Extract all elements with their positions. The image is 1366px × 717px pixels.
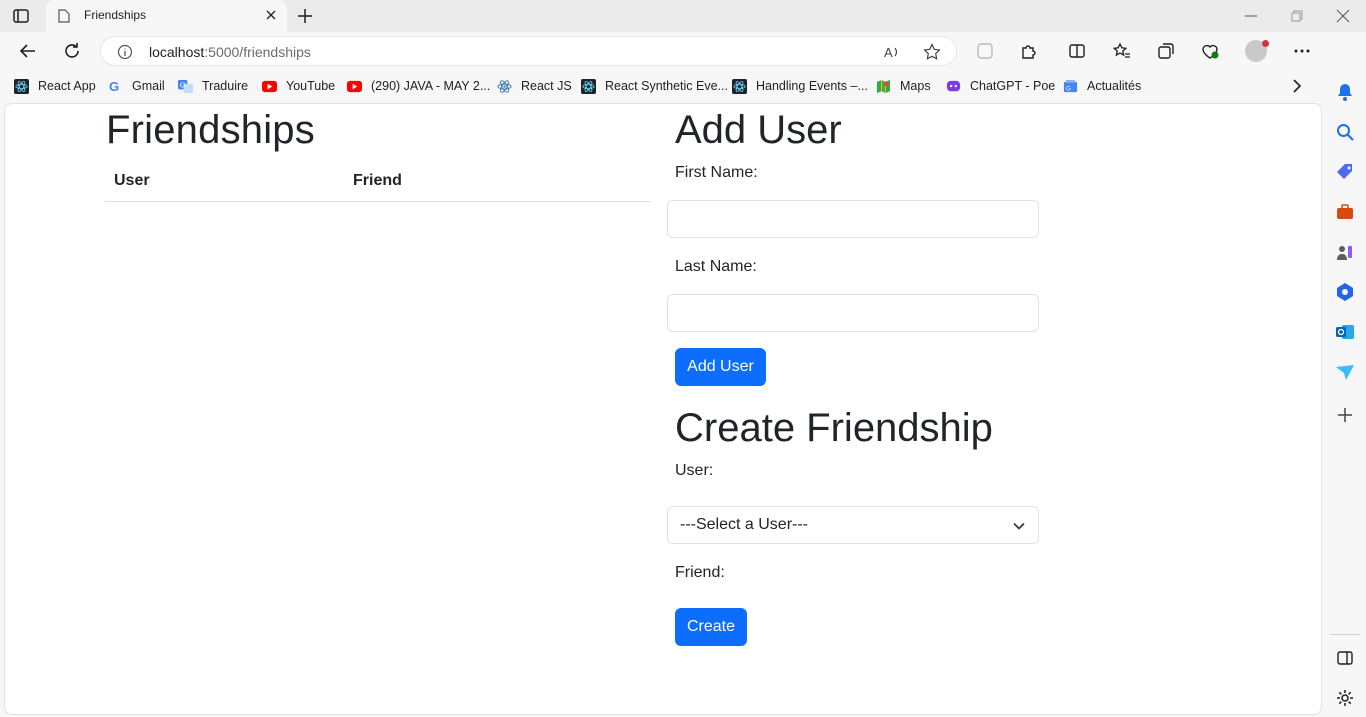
games-icon[interactable] (1335, 242, 1355, 262)
url-text: localhost:5000/friendships (149, 44, 311, 60)
friendships-heading: Friendships (106, 108, 315, 152)
microsoft-365-icon[interactable] (1335, 282, 1355, 302)
create-friendship-button[interactable]: Create (675, 608, 747, 646)
settings-gear-icon[interactable] (1335, 688, 1355, 708)
bookmark-actualites[interactable]: G Actualités (1063, 78, 1141, 94)
google-icon: G (109, 79, 119, 94)
extension-disabled-icon[interactable] (975, 41, 995, 61)
performance-icon[interactable] (1200, 41, 1220, 61)
svg-text:A: A (884, 45, 893, 60)
window-close-icon[interactable] (1335, 8, 1351, 24)
last-name-field[interactable] (667, 294, 1039, 332)
bookmark-label: Gmail (132, 79, 165, 93)
youtube-icon (347, 80, 362, 92)
create-friendship-heading: Create Friendship (675, 406, 993, 450)
hide-sidebar-icon[interactable] (1335, 648, 1355, 668)
react-icon (732, 78, 747, 94)
notifications-bell-icon[interactable] (1335, 82, 1355, 102)
friend-label: Friend: (675, 564, 725, 581)
youtube-icon (262, 80, 277, 92)
bookmark-label: Actualités (1087, 79, 1142, 93)
bookmark-label: React JS (521, 79, 572, 93)
bookmark-label: Maps (900, 79, 931, 93)
read-aloud-icon[interactable]: A (883, 43, 901, 61)
friendships-table: User Friend (105, 162, 651, 202)
chevron-right-icon[interactable] (1290, 78, 1304, 94)
sidebar-divider (1330, 634, 1360, 635)
bookmark-label: ChatGPT - Poe (970, 79, 1056, 93)
title-bar: Friendships (0, 0, 1366, 32)
extensions-icon[interactable] (1019, 41, 1039, 61)
maps-icon (876, 79, 891, 93)
bookmark-chatgpt-poe[interactable]: ChatGPT - Poe (946, 78, 1055, 94)
favorite-star-icon[interactable] (923, 43, 941, 61)
react-icon (14, 78, 29, 94)
refresh-icon[interactable] (62, 41, 82, 61)
bookmark-react-synthetic-events[interactable]: React Synthetic Eve... (581, 78, 728, 94)
bookmark-label: Handling Events –... (756, 79, 868, 93)
minimize-icon[interactable] (1243, 8, 1259, 24)
outlook-icon[interactable] (1335, 322, 1355, 342)
shopping-tag-icon[interactable] (1335, 162, 1355, 182)
user-select[interactable]: ---Select a User--- (667, 506, 1039, 544)
profile-notification-dot (1262, 40, 1269, 47)
first-name-label: First Name: (675, 164, 758, 181)
favorites-icon[interactable] (1112, 41, 1132, 61)
page-viewport: Friendships User Friend Add User First N… (4, 103, 1322, 715)
user-select-value: ---Select a User--- (680, 516, 809, 533)
column-header-friend: Friend (353, 172, 402, 189)
news-icon: G (1063, 79, 1078, 92)
tools-briefcase-icon[interactable] (1335, 202, 1355, 222)
chevron-down-icon (1013, 522, 1025, 530)
user-label: User: (675, 462, 714, 479)
tab-title: Friendships (84, 8, 147, 22)
drop-send-icon[interactable] (1335, 362, 1355, 382)
last-name-label: Last Name: (675, 258, 757, 275)
react-icon (581, 78, 596, 94)
add-user-heading: Add User (675, 108, 842, 152)
bookmark-java-video[interactable]: (290) JAVA - MAY 2... (347, 78, 490, 94)
address-bar[interactable]: localhost:5000/friendships A (100, 36, 957, 66)
react-icon (497, 79, 512, 93)
back-icon[interactable] (18, 41, 38, 61)
poe-icon (946, 80, 961, 91)
svg-text:G: G (180, 80, 186, 89)
navigation-bar: localhost:5000/friendships A (0, 32, 1324, 70)
first-name-field[interactable] (667, 200, 1039, 238)
bookmark-label: (290) JAVA - MAY 2... (371, 79, 491, 93)
bookmark-maps[interactable]: Maps (876, 78, 931, 94)
bookmark-label: Traduire (202, 79, 249, 93)
bookmark-label: React Synthetic Eve... (605, 79, 728, 93)
page-icon (58, 9, 70, 23)
column-header-user: User (114, 172, 150, 189)
bookmark-react-app[interactable]: React App (14, 78, 96, 94)
svg-text:G: G (1066, 85, 1071, 92)
restore-icon[interactable] (1289, 8, 1305, 24)
bookmark-gmail[interactable]: G Gmail (108, 78, 165, 94)
add-user-button[interactable]: Add User (675, 348, 766, 386)
more-options-icon[interactable] (1292, 41, 1312, 61)
bookmark-handling-events[interactable]: Handling Events –... (732, 78, 868, 94)
bookmark-label: YouTube (286, 79, 336, 93)
bookmarks-bar: React App G Gmail G Traduire YouTube (29… (0, 70, 1324, 102)
translate-icon: G (178, 79, 193, 93)
collections-icon[interactable] (1156, 41, 1176, 61)
tab-actions-icon[interactable] (12, 7, 30, 25)
add-icon[interactable] (1335, 405, 1355, 425)
bookmark-label: React App (38, 79, 96, 93)
browser-tab[interactable]: Friendships (46, 0, 287, 32)
bookmark-react-js[interactable]: React JS (497, 78, 572, 94)
bookmark-youtube[interactable]: YouTube (262, 78, 335, 94)
bookmark-traduire[interactable]: G Traduire (178, 78, 248, 94)
search-icon[interactable] (1335, 122, 1355, 142)
close-icon[interactable] (265, 9, 277, 21)
new-tab-icon[interactable] (296, 7, 314, 25)
info-icon[interactable] (117, 44, 133, 60)
split-screen-icon[interactable] (1067, 41, 1087, 61)
svg-text:G: G (109, 79, 119, 94)
edge-sidebar (1324, 32, 1366, 717)
